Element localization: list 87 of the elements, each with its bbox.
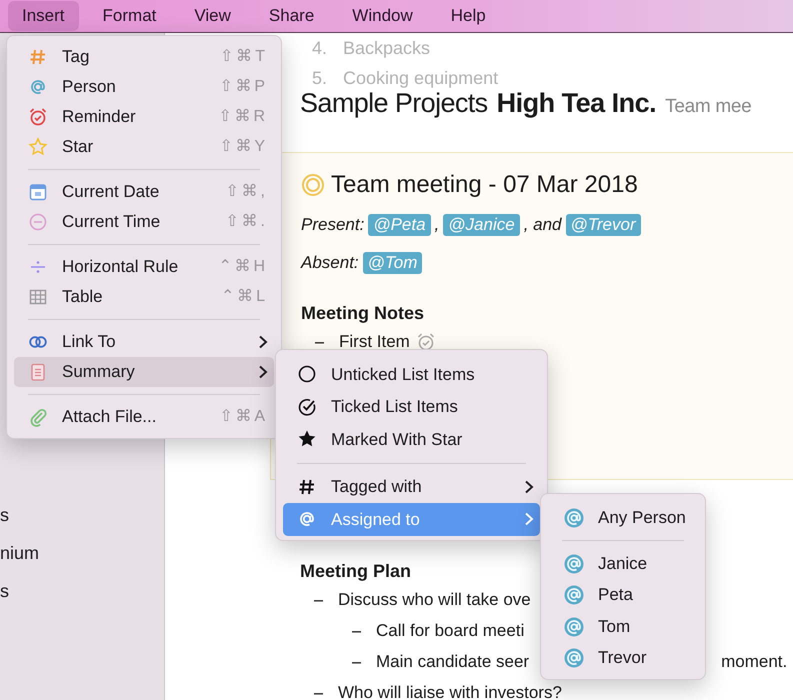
menu-bar-item[interactable]: Share xyxy=(254,1,328,31)
list-item-text: moment. xyxy=(721,651,788,673)
at-icon xyxy=(28,77,48,97)
shortcut-text: ⇧⌘T xyxy=(220,47,268,67)
attendance-text: , xyxy=(434,214,440,236)
sidebar-item[interactable]: s xyxy=(0,572,9,610)
at-icon xyxy=(564,554,584,574)
list-item-text: First Item xyxy=(339,331,410,353)
menu-item[interactable]: Tagged with xyxy=(283,470,540,503)
section-heading: Meeting Notes xyxy=(301,302,424,325)
menu-item[interactable]: Tag ⇧⌘T xyxy=(14,42,274,72)
mention-tag: @Janice xyxy=(443,214,520,236)
chevron-icon xyxy=(258,335,268,349)
menu-bar-item[interactable]: Format xyxy=(88,1,170,31)
list-number: 4. xyxy=(312,37,328,60)
list-text: Backpacks xyxy=(343,37,430,60)
menu-item[interactable]: Link To xyxy=(14,327,274,357)
at-icon xyxy=(564,585,584,606)
menu-bar-item[interactable]: Window xyxy=(338,1,427,31)
sidebar-item[interactable]: nium xyxy=(0,534,40,572)
chevron-icon xyxy=(258,365,268,379)
menu-bar-item[interactable]: Help xyxy=(436,1,500,31)
menu-item[interactable]: Tom xyxy=(548,610,698,642)
list-item-text: Call for board meeti xyxy=(376,620,524,642)
menu-item[interactable]: Ticked List Items xyxy=(283,390,540,423)
note-title: High Tea Inc. xyxy=(496,88,656,119)
meeting-title: Team meeting - 07 Mar 2018 xyxy=(331,170,638,200)
menu-item[interactable]: Current Date ⇧⌘, xyxy=(14,177,274,207)
mention-tag: @Tom xyxy=(362,252,422,274)
menu-item[interactable]: Table ⌃⌘L xyxy=(14,282,274,312)
hash-icon xyxy=(28,47,48,67)
at-icon xyxy=(564,616,584,637)
menu-item[interactable]: Horizontal Rule ⌃⌘H xyxy=(14,252,274,282)
menu-bar-item[interactable]: Insert xyxy=(8,1,79,31)
shortcut-text: ⇧⌘P xyxy=(219,77,268,97)
menu-item[interactable]: Person ⇧⌘P xyxy=(14,72,274,102)
menu-item[interactable]: Trevor xyxy=(548,642,698,674)
menu-item[interactable]: Summary xyxy=(14,357,274,387)
chevron-icon xyxy=(524,512,534,526)
menu-item[interactable]: Peta xyxy=(548,580,698,611)
menu-item[interactable]: Janice xyxy=(548,548,698,580)
ring-icon xyxy=(301,173,325,197)
dash-icon xyxy=(352,630,361,633)
section-title: Team mee xyxy=(665,95,752,119)
shortcut-text: ⌃⌘L xyxy=(221,287,268,307)
menu-item[interactable]: Attach File... ⇧⌘A xyxy=(14,402,274,432)
sidebar-item[interactable]: s xyxy=(0,496,9,534)
calendar-icon xyxy=(28,182,48,202)
at-icon xyxy=(564,508,584,528)
notebook-title: Sample Projects xyxy=(300,88,488,119)
menu-item[interactable]: Marked With Star xyxy=(283,423,540,456)
list-number: 5. xyxy=(312,67,328,90)
table-icon xyxy=(28,287,48,307)
attendance-text: Absent: xyxy=(301,252,359,274)
mention-tag: @Trevor xyxy=(566,214,641,236)
dash-icon xyxy=(315,342,324,344)
menu-item[interactable]: Reminder ⇧⌘R xyxy=(14,102,274,132)
menu-item[interactable]: Current Time ⇧⌘. xyxy=(14,207,274,237)
chevron-icon xyxy=(524,480,534,494)
menu-item[interactable]: Star ⇧⌘Y xyxy=(14,132,274,162)
list-item-text: Who will liaise with investors? xyxy=(338,682,562,700)
shortcut-text: ⇧⌘, xyxy=(226,182,268,202)
menu-item[interactable]: Unticked List Items xyxy=(283,358,540,390)
section-heading: Meeting Plan xyxy=(300,560,412,583)
menu-item[interactable]: Any Person xyxy=(548,502,698,534)
dash-icon xyxy=(314,692,323,695)
list-text: Cooking equipment xyxy=(343,67,498,90)
minus-circle-icon xyxy=(28,212,48,232)
list-item-text: Discuss who will take ove xyxy=(338,589,531,611)
shortcut-text: ⇧⌘. xyxy=(226,212,268,232)
check-circle-icon xyxy=(297,396,317,417)
menu-bar-item[interactable]: View xyxy=(180,1,245,31)
shortcut-text: ⇧⌘R xyxy=(218,107,268,127)
circle-icon xyxy=(297,364,317,384)
star-icon xyxy=(28,137,48,157)
alarm-clock-icon xyxy=(28,107,48,127)
attendance-text: , and xyxy=(524,214,562,236)
dash-icon xyxy=(352,662,361,664)
attendance-text: Present: xyxy=(301,214,364,236)
shortcut-text: ⇧⌘Y xyxy=(219,137,268,157)
at-icon xyxy=(564,648,584,668)
shortcut-text: ⌃⌘H xyxy=(218,257,268,277)
paperclip-icon xyxy=(28,407,48,427)
mention-tag: @Peta xyxy=(368,214,431,236)
list-item-text: Main candidate seer xyxy=(376,651,530,673)
dash-icon xyxy=(314,600,323,602)
shortcut-text: ⇧⌘A xyxy=(219,407,268,427)
